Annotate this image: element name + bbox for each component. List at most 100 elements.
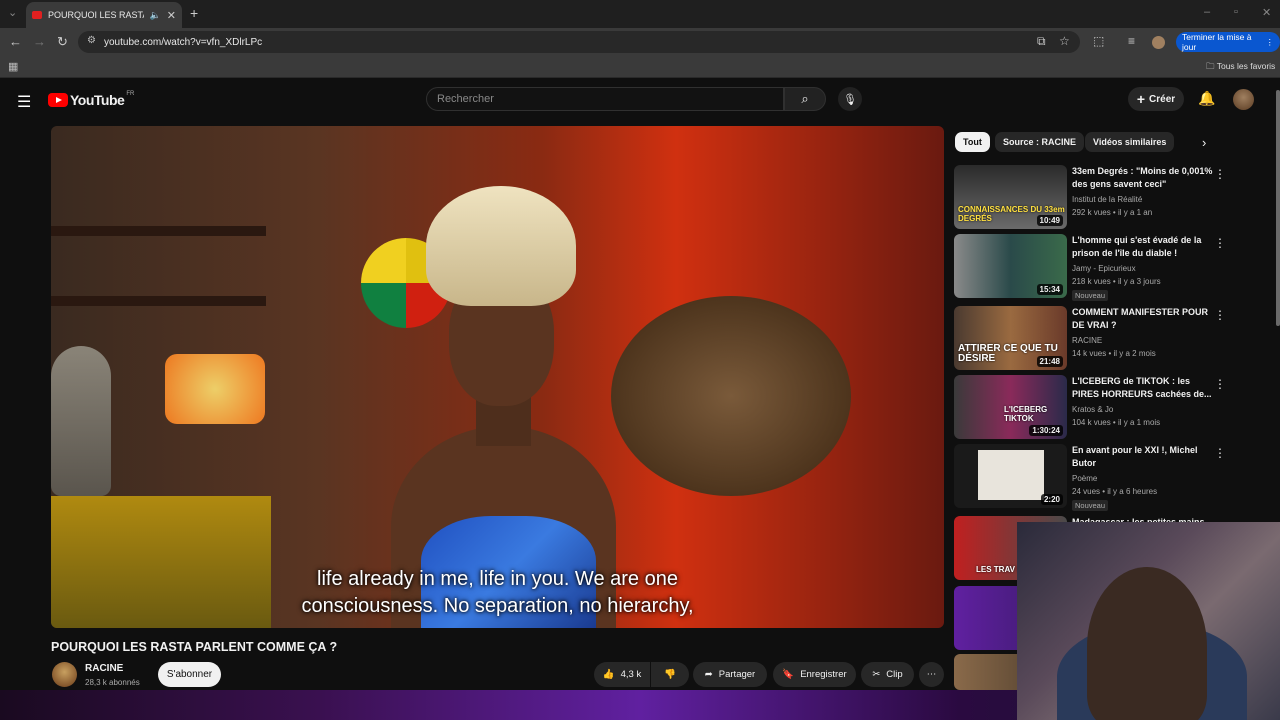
channel-name[interactable]: RACINE — [85, 663, 123, 674]
save-button[interactable]: 🔖 Enregistrer — [773, 662, 856, 687]
video-title: POURQUOI LES RASTA PARLENT COMME ÇA ? — [51, 640, 338, 654]
microphone-icon: 🎙 — [843, 93, 857, 106]
close-tab-icon[interactable]: ✕ — [167, 9, 176, 22]
voice-search-button[interactable]: 🎙 — [838, 87, 862, 111]
scissors-icon: ✂ — [872, 669, 881, 680]
account-avatar[interactable] — [1233, 89, 1254, 110]
recommendation-channel[interactable]: Kratos & Jo — [1072, 405, 1113, 414]
thumbs-up-icon: 👍 — [602, 669, 615, 680]
more-vertical-icon[interactable]: ⋮ — [1214, 446, 1226, 460]
like-button[interactable]: 👍 4,3 k — [594, 662, 650, 687]
streamer — [1087, 567, 1207, 720]
video-duration: 2:20 — [1040, 494, 1063, 505]
clip-button[interactable]: ✂ Clip — [861, 662, 914, 687]
video-player[interactable]: life already in me, life in you. We are … — [51, 126, 944, 628]
recommendation-meta: 218 k vues • il y a 3 jours — [1072, 277, 1161, 286]
install-app-icon[interactable]: ⧉ — [1037, 34, 1046, 49]
recommendation-channel[interactable]: Poème — [1072, 474, 1097, 483]
recommendation-item[interactable]: L'ICEBERG TIKTOK 1:30:24 L'ICEBERG de TI… — [954, 375, 1254, 441]
video-thumbnail[interactable]: L'ICEBERG TIKTOK 1:30:24 — [954, 375, 1067, 439]
recommendation-title[interactable]: En avant pour le XXI !, Michel Butor — [1072, 444, 1214, 470]
channel-avatar[interactable] — [52, 662, 77, 687]
audio-playing-icon[interactable]: 🔈 — [150, 10, 161, 21]
clip-label: Clip — [886, 669, 903, 680]
thumbnail-image — [978, 450, 1044, 500]
recommendation-title[interactable]: 33em Degrés : "Moins de 0,001% des gens … — [1072, 165, 1214, 191]
minimize-icon[interactable]: – — [1204, 6, 1210, 18]
video-thumbnail[interactable]: ATTIRER CE QUE TU DÉSIRE 21:48 — [954, 306, 1067, 370]
back-icon[interactable]: ← — [9, 34, 22, 49]
webcam-overlay — [1017, 522, 1280, 720]
all-bookmarks[interactable]: 🗀 Tous les favoris — [1206, 61, 1275, 75]
bookmark-icon: 🔖 — [782, 669, 795, 680]
recommendation-channel[interactable]: RACINE — [1072, 336, 1102, 345]
recommendation-title[interactable]: L'ICEBERG de TIKTOK : les PIRES HORREURS… — [1072, 375, 1214, 401]
recommendation-meta: 14 k vues • il y a 2 mois — [1072, 349, 1156, 358]
thumbs-down-icon: 👎 — [664, 669, 676, 680]
share-label: Partager — [718, 669, 756, 680]
like-count: 4,3 k — [620, 669, 642, 680]
new-tab-icon[interactable]: + — [190, 5, 198, 21]
chevron-right-icon[interactable]: › — [1202, 135, 1206, 150]
forward-icon[interactable]: → — [33, 34, 46, 49]
recommendation-item[interactable]: ATTIRER CE QUE TU DÉSIRE 21:48 COMMENT M… — [954, 306, 1254, 372]
folder-icon: 🗀 — [1206, 61, 1217, 71]
update-button[interactable]: Terminer la mise à jour ⋮ — [1176, 32, 1280, 52]
recommendation-item[interactable]: 15:34 L'homme qui s'est évadé de la pris… — [954, 234, 1254, 301]
recommendation-item[interactable]: CONNAISSANCES DU 33em DEGRÉS 10:49 33em … — [954, 165, 1254, 231]
create-label: Créer — [1149, 93, 1176, 105]
profile-avatar[interactable] — [1152, 36, 1165, 49]
browser-tab-active[interactable]: POURQUOI LES RASTA PAR 🔈 ✕ — [26, 2, 182, 28]
share-button[interactable]: ➦ Partager — [693, 662, 767, 687]
more-vertical-icon[interactable]: ⋮ — [1214, 167, 1226, 181]
bookmark-star-icon[interactable]: ☆ — [1059, 34, 1070, 48]
youtube-logo[interactable]: YouTube FR — [48, 91, 134, 108]
address-bar[interactable]: ⚙ youtube.com/watch?v=vfn_XDlrLPc — [78, 31, 1080, 53]
browser-tab-bar: ⌄ POURQUOI LES RASTA PAR 🔈 ✕ + – ▫ ✕ — [0, 0, 1280, 28]
more-vertical-icon[interactable]: ⋮ — [1214, 377, 1226, 391]
chip-similar[interactable]: Vidéos similaires — [1085, 132, 1175, 152]
extensions-icon[interactable]: ⬚ — [1093, 34, 1104, 48]
chip-all[interactable]: Tout — [955, 132, 990, 152]
close-window-icon[interactable]: ✕ — [1262, 6, 1271, 19]
shelf — [51, 226, 266, 236]
reload-icon[interactable]: ↻ — [57, 34, 68, 50]
notifications-bell-icon[interactable]: 🔔 — [1198, 90, 1215, 107]
subscribe-button[interactable]: S'abonner — [158, 662, 221, 687]
more-vertical-icon[interactable]: ⋮ — [1214, 308, 1226, 322]
search-icon: ⌕ — [801, 91, 809, 106]
video-thumbnail[interactable]: 2:20 — [954, 444, 1067, 508]
tab-search-icon[interactable]: ⌄ — [8, 6, 17, 19]
apps-grid-icon[interactable]: ▦ — [8, 60, 18, 73]
presenter — [381, 186, 621, 628]
scrollbar[interactable] — [1276, 90, 1280, 326]
video-thumbnail[interactable]: 15:34 — [954, 234, 1067, 298]
recommendation-title[interactable]: COMMENT MANIFESTER POUR DE VRAI ? — [1072, 306, 1214, 332]
search-input[interactable]: Rechercher — [426, 87, 784, 111]
new-badge: Nouveau — [1072, 290, 1109, 301]
site-info-icon[interactable]: ⚙ — [87, 35, 96, 46]
dislike-button[interactable]: 👎 — [651, 662, 689, 687]
recommendation-channel[interactable]: Jamy - Epicurieux — [1072, 264, 1136, 273]
video-duration: 21:48 — [1036, 356, 1063, 367]
recommendation-meta: 104 k vues • il y a 1 mois — [1072, 418, 1161, 427]
video-duration: 1:30:24 — [1029, 425, 1063, 436]
chip-source[interactable]: Source : RACINE — [995, 132, 1085, 152]
search-button[interactable]: ⌕ — [784, 87, 826, 111]
recommendation-channel[interactable]: Institut de la Réalité — [1072, 195, 1142, 204]
menu-icon[interactable]: ☰ — [17, 92, 31, 112]
recommendation-item[interactable]: 2:20 En avant pour le XXI !, Michel Buto… — [954, 444, 1254, 511]
recommendation-meta: 24 vues • il y a 6 heures — [1072, 487, 1158, 496]
more-vertical-icon[interactable]: ⋮ — [1214, 236, 1226, 250]
tab-title: POURQUOI LES RASTA PAR — [48, 10, 144, 20]
url-text: youtube.com/watch?v=vfn_XDlrLPc — [104, 36, 263, 48]
bookmarks-bar — [0, 56, 1280, 78]
reading-list-icon[interactable]: ≡ — [1128, 34, 1135, 48]
recommendation-title[interactable]: L'homme qui s'est évadé de la prison de … — [1072, 234, 1214, 260]
create-button[interactable]: + Créer — [1128, 87, 1184, 111]
more-actions-button[interactable]: ⋯ — [919, 662, 944, 687]
shelf — [51, 296, 266, 306]
maximize-icon[interactable]: ▫ — [1234, 6, 1238, 18]
save-label: Enregistrer — [800, 669, 847, 680]
video-thumbnail[interactable]: CONNAISSANCES DU 33em DEGRÉS 10:49 — [954, 165, 1067, 229]
